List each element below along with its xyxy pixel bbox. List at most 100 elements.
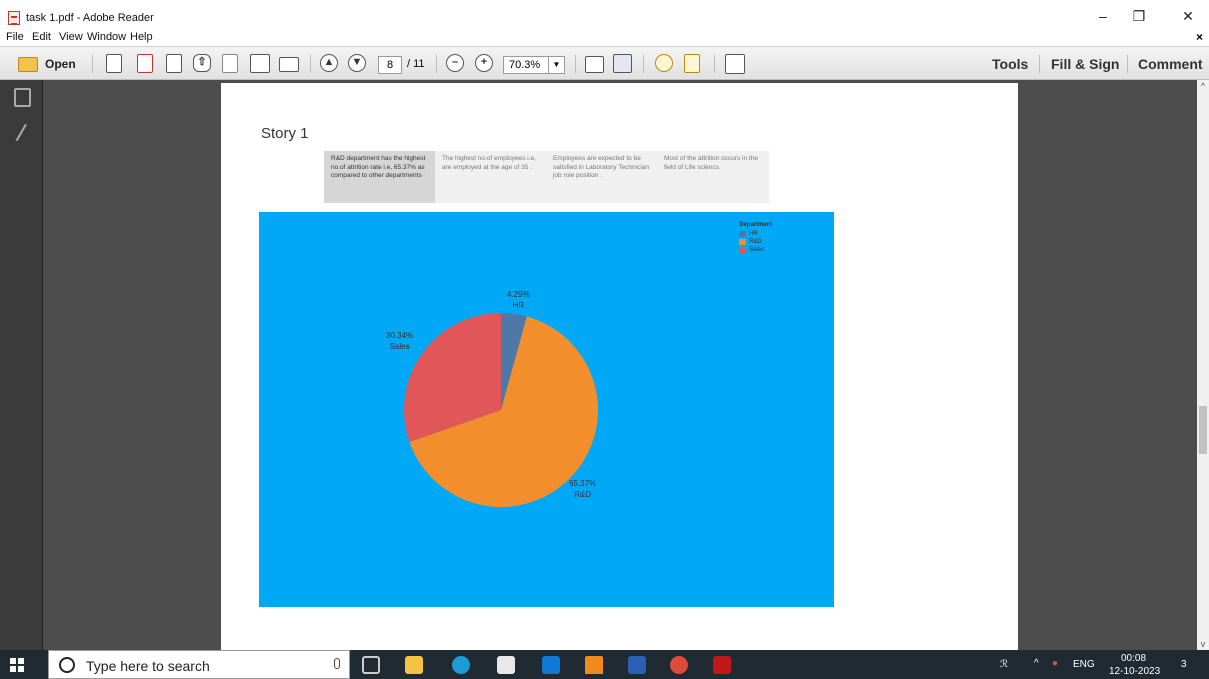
taskbar-search[interactable]: Type here to search (48, 650, 350, 679)
vertical-scrollbar[interactable]: ^ v (1197, 80, 1209, 650)
document-area: Story 1 R&D department has the highest n… (43, 80, 1197, 650)
scroll-up-icon[interactable]: ^ (1197, 80, 1209, 92)
cortana-icon (59, 657, 75, 673)
document-close-icon[interactable]: × (1196, 30, 1203, 44)
scroll-down-icon[interactable]: v (1197, 638, 1209, 650)
story-title: Story 1 (261, 125, 309, 142)
close-button[interactable]: ✕ (1173, 6, 1203, 26)
legend-label: R&D (749, 239, 762, 245)
language-indicator[interactable]: ENG (1073, 659, 1095, 670)
network-icon[interactable]: ● (1052, 658, 1058, 669)
adobe-reader-icon (8, 11, 20, 25)
word-icon[interactable] (628, 656, 646, 674)
toolbar-separator (310, 55, 311, 73)
slice-label-sales: 30.34% Sales (386, 330, 413, 352)
story-caption-3[interactable]: Employees are expected to be satisfied i… (546, 151, 657, 203)
zoom-value: 70.3% (509, 59, 541, 71)
zoom-select[interactable]: 70.3% ▼ (503, 56, 565, 74)
previous-page-icon[interactable]: ▲ (320, 54, 338, 72)
story-caption-2[interactable]: The highest no.of employees i.e, are emp… (435, 151, 546, 203)
pdf-page: Story 1 R&D department has the highest n… (221, 83, 1018, 650)
toolbar-separator (643, 55, 644, 73)
store-icon[interactable] (497, 656, 515, 674)
people-icon[interactable]: ℛ (1000, 659, 1008, 670)
toolbar: Open ⇧ ▲ ▼ 8 / 11 – + 70.3% ▼ Tools Fill… (0, 46, 1209, 80)
window-title: task 1.pdf - Adobe Reader (26, 12, 154, 24)
search-placeholder: Type here to search (86, 658, 210, 674)
story-caption-4[interactable]: Most of the attrition occurs in the fiel… (657, 151, 769, 203)
sticky-note-icon[interactable] (655, 54, 673, 72)
slice-name: HR (512, 301, 525, 310)
notification-badge[interactable]: 3 (1181, 659, 1187, 670)
next-page-icon[interactable]: ▼ (348, 54, 366, 72)
minimize-button[interactable]: – (1088, 6, 1118, 26)
taskbar: Type here to search ℛ ^ ● ENG 00:08 12-1… (0, 650, 1209, 679)
slice-percent: 30.34% (386, 331, 414, 340)
legend-label: HR (749, 231, 758, 237)
fit-page-icon[interactable] (613, 54, 632, 73)
pie-chart: Department HR R&D Sales 4.29% HR 65.37% … (259, 212, 834, 607)
menu-view[interactable]: View (59, 31, 83, 43)
windows-start-icon[interactable] (10, 658, 24, 672)
menu-window[interactable]: Window (87, 31, 126, 43)
toolbar-separator (1039, 55, 1040, 73)
menu-bar: File Edit View Window Help × (0, 29, 1209, 46)
microphone-icon[interactable] (334, 658, 340, 669)
email-icon[interactable] (279, 57, 299, 72)
page-thumbnails-icon[interactable] (14, 88, 31, 107)
legend-swatch (739, 231, 746, 237)
fill-sign-button[interactable]: Fill & Sign (1051, 56, 1119, 72)
legend-swatch (739, 239, 746, 245)
scroll-thumb[interactable] (1199, 406, 1207, 454)
attachment-icon[interactable] (15, 123, 31, 144)
cloud-upload-icon[interactable]: ⇧ (193, 54, 211, 72)
toolbar-separator (92, 55, 93, 73)
create-pdf-icon[interactable] (106, 54, 122, 73)
toolbar-separator (1127, 55, 1128, 73)
legend-item-hr: HR (739, 230, 772, 238)
legend-title: Department (739, 222, 773, 228)
file-explorer-icon[interactable] (405, 656, 423, 674)
fit-width-icon[interactable] (585, 56, 604, 73)
navigation-pane (0, 80, 43, 650)
slice-label-hr: 4.29% HR (507, 289, 530, 311)
story-caption-1[interactable]: R&D department has the highest no.of att… (324, 151, 435, 203)
save-icon[interactable] (222, 54, 238, 73)
comment-button[interactable]: Comment (1138, 56, 1203, 72)
slice-name: Sales (389, 342, 410, 351)
highlight-icon[interactable] (684, 54, 700, 73)
legend-item-rd: R&D (739, 238, 772, 246)
folder-open-icon[interactable] (18, 57, 38, 72)
menu-file[interactable]: File (6, 31, 24, 43)
zoom-in-icon[interactable]: + (475, 54, 493, 72)
pie-chart-svg (404, 313, 598, 507)
menu-edit[interactable]: Edit (32, 31, 51, 43)
legend-label: Sales (749, 247, 765, 253)
acrobat-icon[interactable] (713, 656, 731, 674)
chrome-icon[interactable] (670, 656, 688, 674)
clock-date[interactable]: 12-10-2023 (1109, 666, 1160, 677)
edge-icon[interactable] (452, 656, 470, 674)
toolbar-separator (575, 55, 576, 73)
restore-button[interactable]: ❐ (1124, 6, 1154, 26)
page-number-input[interactable]: 8 (378, 56, 402, 74)
task-view-icon[interactable] (362, 656, 380, 674)
toolbar-separator (714, 55, 715, 73)
edit-pdf-icon[interactable] (166, 54, 182, 73)
tools-button[interactable]: Tools (992, 56, 1028, 72)
vlc-icon[interactable] (585, 656, 603, 674)
chevron-up-icon[interactable]: ^ (1034, 658, 1039, 669)
open-button[interactable]: Open (45, 57, 76, 71)
slice-label-rd: 65.37% R&D (569, 478, 596, 500)
toolbar-separator (436, 55, 437, 73)
mail-icon[interactable] (542, 656, 560, 674)
slice-percent: 4.29% (507, 290, 530, 299)
full-screen-icon[interactable] (725, 54, 745, 74)
menu-help[interactable]: Help (130, 31, 153, 43)
print-icon[interactable] (250, 54, 270, 73)
chevron-down-icon[interactable]: ▼ (548, 57, 564, 73)
clock-time[interactable]: 00:08 (1121, 653, 1146, 664)
zoom-out-icon[interactable]: – (446, 54, 464, 72)
chart-legend: Department HR R&D Sales (739, 222, 772, 254)
export-pdf-icon[interactable] (137, 54, 153, 73)
